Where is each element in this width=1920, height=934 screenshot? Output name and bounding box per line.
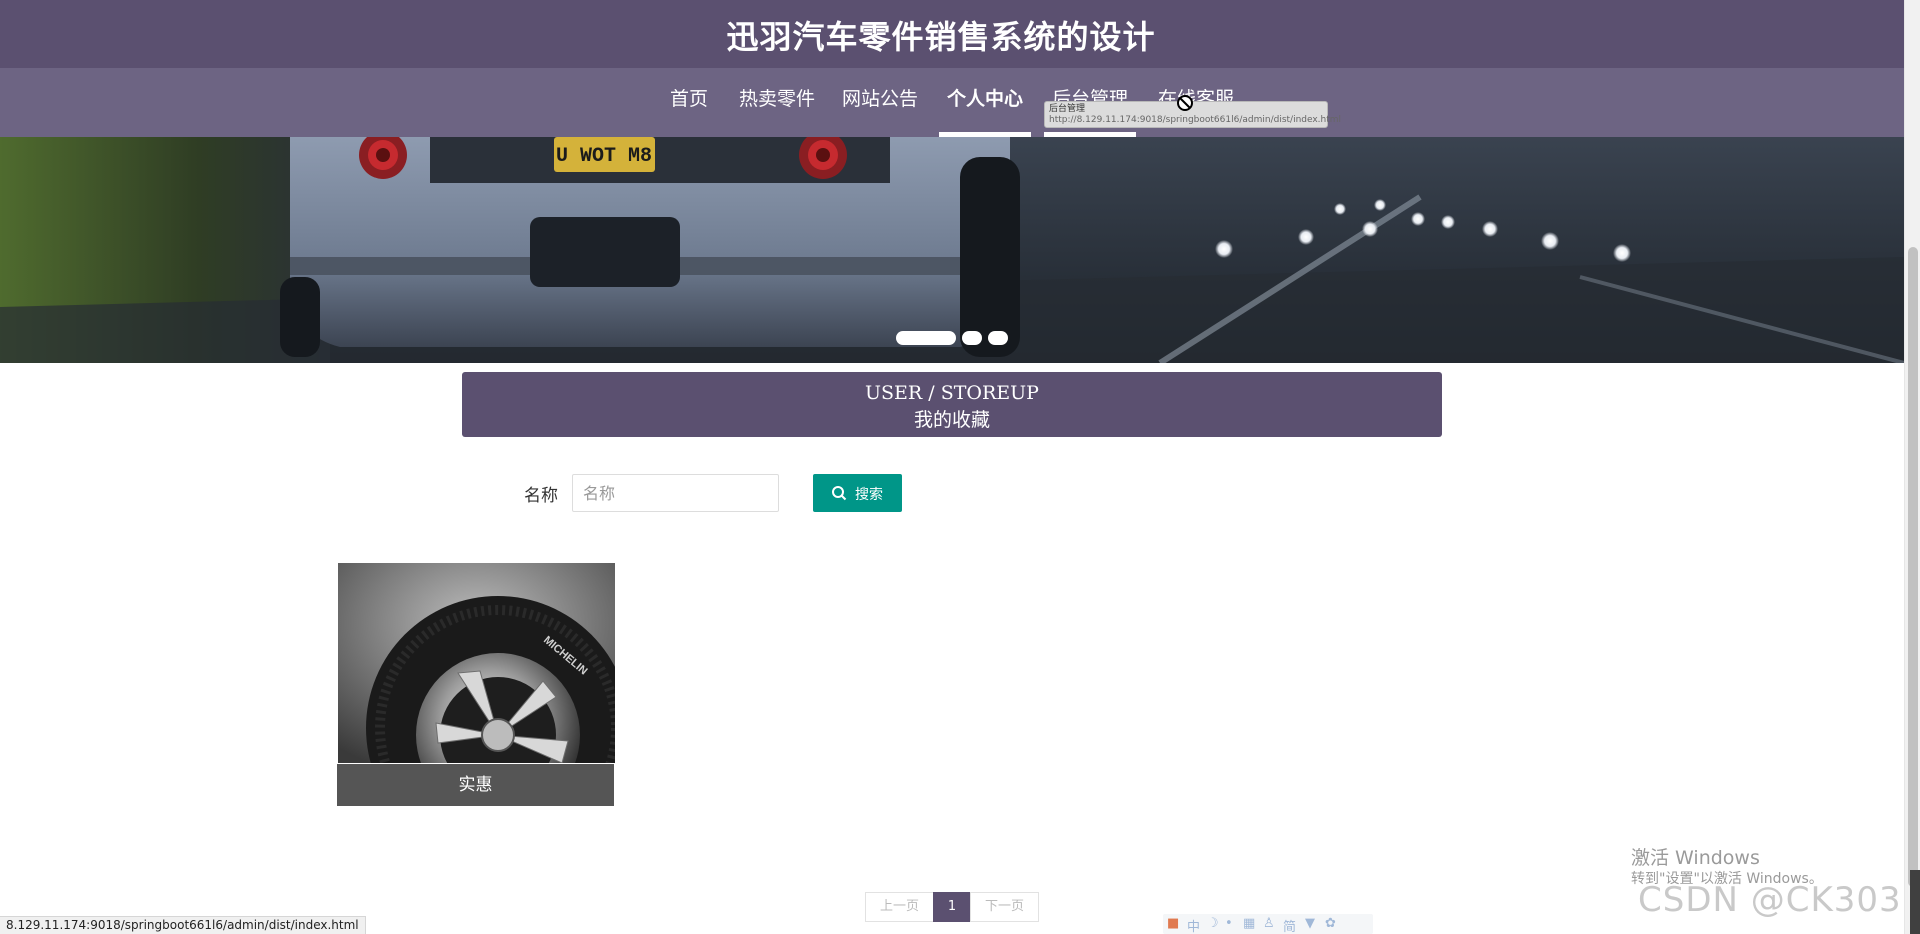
banner-carousel[interactable]: U WOT M8 [0,137,1904,363]
carousel-dot-2[interactable] [962,331,982,345]
nav-item-personal-center[interactable]: 个人中心 [939,68,1031,137]
ime-punct-icon: • [1225,916,1233,931]
section-header: USER / STOREUP 我的收藏 [462,372,1442,437]
vertical-scrollbar[interactable] [1904,0,1920,934]
scrollbar-thumb[interactable] [1908,247,1918,887]
search-icon [832,486,847,501]
ime-logo-icon: ■ [1167,916,1180,931]
section-title-en: USER / STOREUP [865,382,1039,404]
ime-skin-icon: ▼ [1305,916,1315,931]
item-name: 实惠 [337,764,614,806]
page: 迅羽汽车零件销售系统的设计 首页 热卖零件 网站公告 个人中心 后台管理 在线客… [0,0,1920,934]
search-label: 名称 [524,486,558,506]
nav-item-label: 个人中心 [946,88,1023,110]
next-page-button[interactable]: 下一页 [970,892,1039,922]
tooltip-url: http://8.129.11.174:9018/springboot661l6… [1049,115,1342,125]
nav-item-label: 网站公告 [841,88,918,110]
section-title-cn: 我的收藏 [913,409,990,431]
page-number-button[interactable]: 1 [933,892,971,922]
nav-item-hot-parts[interactable]: 热卖零件 [737,68,817,137]
site-title: 迅羽汽车零件销售系统的设计 [726,18,1156,56]
search-button[interactable]: 搜索 [813,474,902,512]
nav-item-notices[interactable]: 网站公告 [840,68,920,137]
scrollbar-corner [1910,870,1920,934]
ime-user-icon: ♙ [1263,916,1275,931]
ime-simplified-icon: 简 [1283,920,1297,934]
not-allowed-cursor-icon [1177,95,1193,111]
browser-status-bar: 8.129.11.174:9018/springboot661l6/admin/… [0,916,366,934]
banner-image: U WOT M8 [0,137,1904,363]
nav-item-label: 热卖零件 [738,88,815,110]
ime-mode-icon: 中 [1187,920,1201,934]
search-input[interactable] [572,474,779,512]
carousel-dot-3[interactable] [988,331,1008,345]
favorite-item-card[interactable]: MICHELIN 实惠 [337,563,615,806]
ime-keyboard-icon: ▦ [1243,916,1256,931]
license-plate: U WOT M8 [556,145,652,168]
nav-item-home[interactable]: 首页 [664,68,714,137]
windows-activation-title: 激活 Windows [1631,847,1760,869]
nav-item-label: 首页 [669,88,708,110]
product-image-tire: MICHELIN [338,563,615,763]
prev-page-button[interactable]: 上一页 [865,892,934,922]
ime-moon-icon: ☽ [1207,916,1219,931]
ime-settings-icon: ✿ [1325,916,1336,931]
main-nav: 首页 热卖零件 网站公告 个人中心 后台管理 在线客服 [0,68,1904,137]
site-header: 迅羽汽车零件销售系统的设计 [0,0,1904,68]
ime-toolbar[interactable]: ■ 中 ☽ • ▦ ♙ 简 ▼ ✿ [1163,914,1373,934]
watermark: CSDN @CK3037 [1638,880,1920,920]
search-button-label: 搜索 [855,487,883,503]
carousel-dot-1[interactable] [896,331,956,345]
